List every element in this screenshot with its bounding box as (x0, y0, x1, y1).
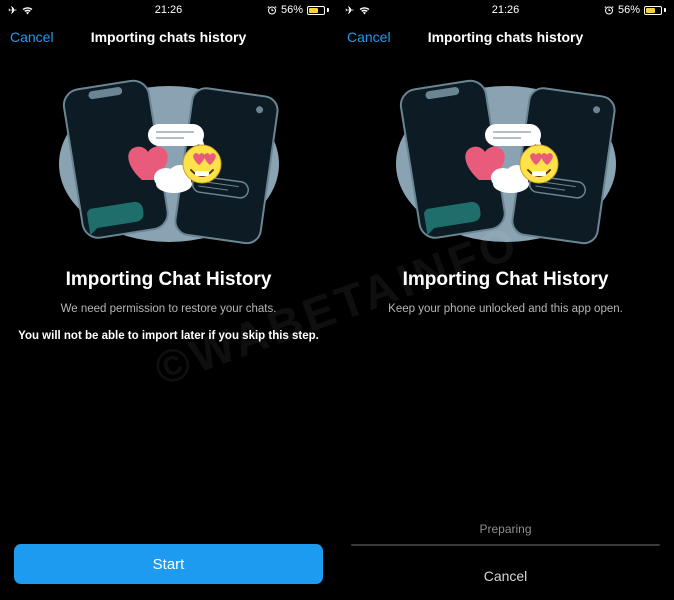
alarm-icon (604, 5, 614, 15)
nav-cancel-button[interactable]: Cancel (347, 29, 391, 45)
battery-icon (644, 6, 666, 15)
hero-subtitle: We need permission to restore your chats… (0, 301, 337, 318)
bottom-progress: Preparing Cancel (337, 510, 674, 600)
wifi-icon (21, 5, 34, 15)
status-time: 21:26 (492, 4, 520, 16)
illustration (0, 72, 337, 247)
start-button[interactable]: Start (14, 544, 323, 584)
nav-title: Importing chats history (91, 29, 247, 45)
nav-title: Importing chats history (428, 29, 584, 45)
hero-subtitle: Keep your phone unlocked and this app op… (337, 301, 674, 318)
battery-percent: 56% (281, 4, 303, 16)
hero-warning: You will not be able to import later if … (0, 328, 337, 344)
cancel-import-button[interactable]: Cancel (351, 568, 660, 584)
status-bar: ✈ 21:26 56% (0, 0, 337, 20)
battery-percent: 56% (618, 4, 640, 16)
battery-icon (307, 6, 329, 15)
bottom-actions: Start (0, 532, 337, 600)
nav-bar: Cancel Importing chats history (0, 20, 337, 54)
wifi-icon (358, 5, 371, 15)
screen-start-step: ✈ 21:26 56% Cancel Importing chats histo… (0, 0, 337, 600)
screen-progress-step: ✈ 21:26 56% Cancel Importing chats histo… (337, 0, 674, 600)
status-bar: ✈ 21:26 56% (337, 0, 674, 20)
progress-label: Preparing (351, 522, 660, 536)
nav-bar: Cancel Importing chats history (337, 20, 674, 54)
nav-cancel-button[interactable]: Cancel (10, 29, 54, 45)
illustration (337, 72, 674, 247)
alarm-icon (267, 5, 277, 15)
status-time: 21:26 (155, 4, 183, 16)
hero-title: Importing Chat History (337, 269, 674, 291)
hero-title: Importing Chat History (0, 269, 337, 291)
airplane-icon: ✈ (345, 4, 354, 17)
airplane-icon: ✈ (8, 4, 17, 17)
progress-bar (351, 544, 660, 546)
